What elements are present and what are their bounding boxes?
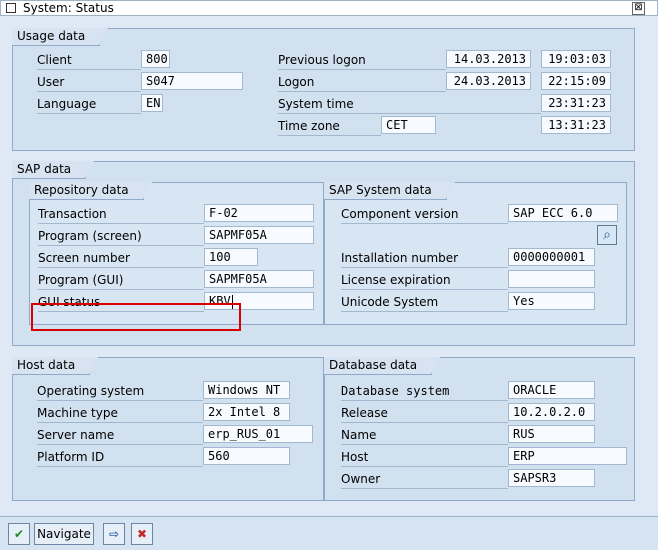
unicode-system-label: Unicode System bbox=[341, 293, 508, 312]
owner-field[interactable]: SAPSR3 bbox=[508, 469, 595, 487]
window-icon bbox=[6, 3, 16, 13]
unicode-system-field[interactable]: Yes bbox=[508, 292, 595, 310]
operating-system-label: Operating system bbox=[37, 382, 203, 401]
platform-id-field[interactable]: 560 bbox=[203, 447, 290, 465]
release-label: Release bbox=[341, 404, 508, 423]
host-data-group: Host data Operating system Windows NT Ma… bbox=[12, 357, 324, 501]
magnifier-icon[interactable]: ⌕ bbox=[597, 225, 617, 245]
sap-data-title: SAP data bbox=[12, 161, 95, 179]
navigate-button[interactable]: Navigate bbox=[34, 523, 94, 545]
program-gui-field[interactable]: SAPMF05A bbox=[204, 270, 314, 288]
window-title: System: Status bbox=[23, 1, 114, 15]
installation-number-field[interactable]: 0000000001 bbox=[508, 248, 595, 266]
database-system-field[interactable]: ORACLE bbox=[508, 381, 595, 399]
previous-logon-date-field[interactable]: 14.03.2013 bbox=[446, 50, 531, 68]
language-field[interactable]: EN bbox=[141, 94, 163, 112]
installation-number-label: Installation number bbox=[341, 249, 508, 268]
screen-number-field[interactable]: 100 bbox=[204, 248, 258, 266]
operating-system-field[interactable]: Windows NT bbox=[203, 381, 290, 399]
name-label: Name bbox=[341, 426, 508, 445]
program-screen-label: Program (screen) bbox=[38, 227, 204, 246]
system-time-label: System time bbox=[278, 95, 541, 114]
time-zone-label: Time zone bbox=[278, 117, 381, 136]
previous-logon-label: Previous logon bbox=[278, 51, 446, 70]
gui-status-highlight bbox=[31, 303, 241, 331]
repository-data-title: Repository data bbox=[29, 182, 152, 200]
window-close-button[interactable]: ⊠ bbox=[632, 2, 645, 15]
previous-logon-time-field[interactable]: 19:03:03 bbox=[541, 50, 611, 68]
system-time-field[interactable]: 23:31:23 bbox=[541, 94, 611, 112]
license-expiration-field[interactable] bbox=[508, 270, 595, 288]
license-expiration-label: License expiration bbox=[341, 271, 508, 290]
owner-label: Owner bbox=[341, 470, 508, 489]
database-data-title: Database data bbox=[324, 357, 441, 375]
time-zone-field[interactable]: CET bbox=[381, 116, 436, 134]
user-label: User bbox=[37, 73, 141, 92]
transaction-field[interactable]: F-02 bbox=[204, 204, 314, 222]
user-field[interactable]: S047 bbox=[141, 72, 243, 90]
program-screen-field[interactable]: SAPMF05A bbox=[204, 226, 314, 244]
export-button[interactable]: ⇨ bbox=[103, 523, 125, 545]
logon-time-field[interactable]: 22:15:09 bbox=[541, 72, 611, 90]
name-field[interactable]: RUS bbox=[508, 425, 595, 443]
program-gui-label: Program (GUI) bbox=[38, 271, 204, 290]
time-zone-time-field[interactable]: 13:31:23 bbox=[541, 116, 611, 134]
footer-toolbar: ✔ Navigate ⇨ ✖ bbox=[0, 516, 658, 550]
host-field[interactable]: ERP bbox=[508, 447, 627, 465]
usage-data-group: Usage data Client 800 User S047 Language… bbox=[12, 28, 635, 151]
database-data-group: Database data Database system ORACLE Rel… bbox=[324, 357, 635, 501]
component-version-label: Component version bbox=[341, 205, 508, 224]
host-label: Host bbox=[341, 448, 508, 467]
machine-type-field[interactable]: 2x Intel 8 bbox=[203, 403, 290, 421]
platform-id-label: Platform ID bbox=[37, 448, 203, 467]
cancel-button[interactable]: ✖ bbox=[131, 523, 153, 545]
window-titlebar: System: Status ⊠ bbox=[0, 0, 658, 16]
component-version-field[interactable]: SAP ECC 6.0 bbox=[508, 204, 618, 222]
screen-number-label: Screen number bbox=[38, 249, 204, 268]
language-label: Language bbox=[37, 95, 141, 114]
release-field[interactable]: 10.2.0.2.0 bbox=[508, 403, 595, 421]
server-name-field[interactable]: erp_RUS_01 bbox=[203, 425, 313, 443]
host-data-title: Host data bbox=[12, 357, 99, 375]
client-field[interactable]: 800 bbox=[141, 50, 170, 68]
server-name-label: Server name bbox=[37, 426, 203, 445]
client-label: Client bbox=[37, 51, 141, 70]
database-system-label: Database system bbox=[341, 382, 508, 401]
status-pane: Usage data Client 800 User S047 Language… bbox=[1, 16, 657, 516]
usage-data-title: Usage data bbox=[12, 28, 109, 46]
logon-label: Logon bbox=[278, 73, 446, 92]
sap-system-data-title: SAP System data bbox=[324, 182, 455, 200]
transaction-label: Transaction bbox=[38, 205, 204, 224]
logon-date-field[interactable]: 24.03.2013 bbox=[446, 72, 531, 90]
ok-button[interactable]: ✔ bbox=[8, 523, 30, 545]
machine-type-label: Machine type bbox=[37, 404, 203, 423]
sap-system-data-group: SAP System data Component version SAP EC… bbox=[324, 182, 627, 325]
